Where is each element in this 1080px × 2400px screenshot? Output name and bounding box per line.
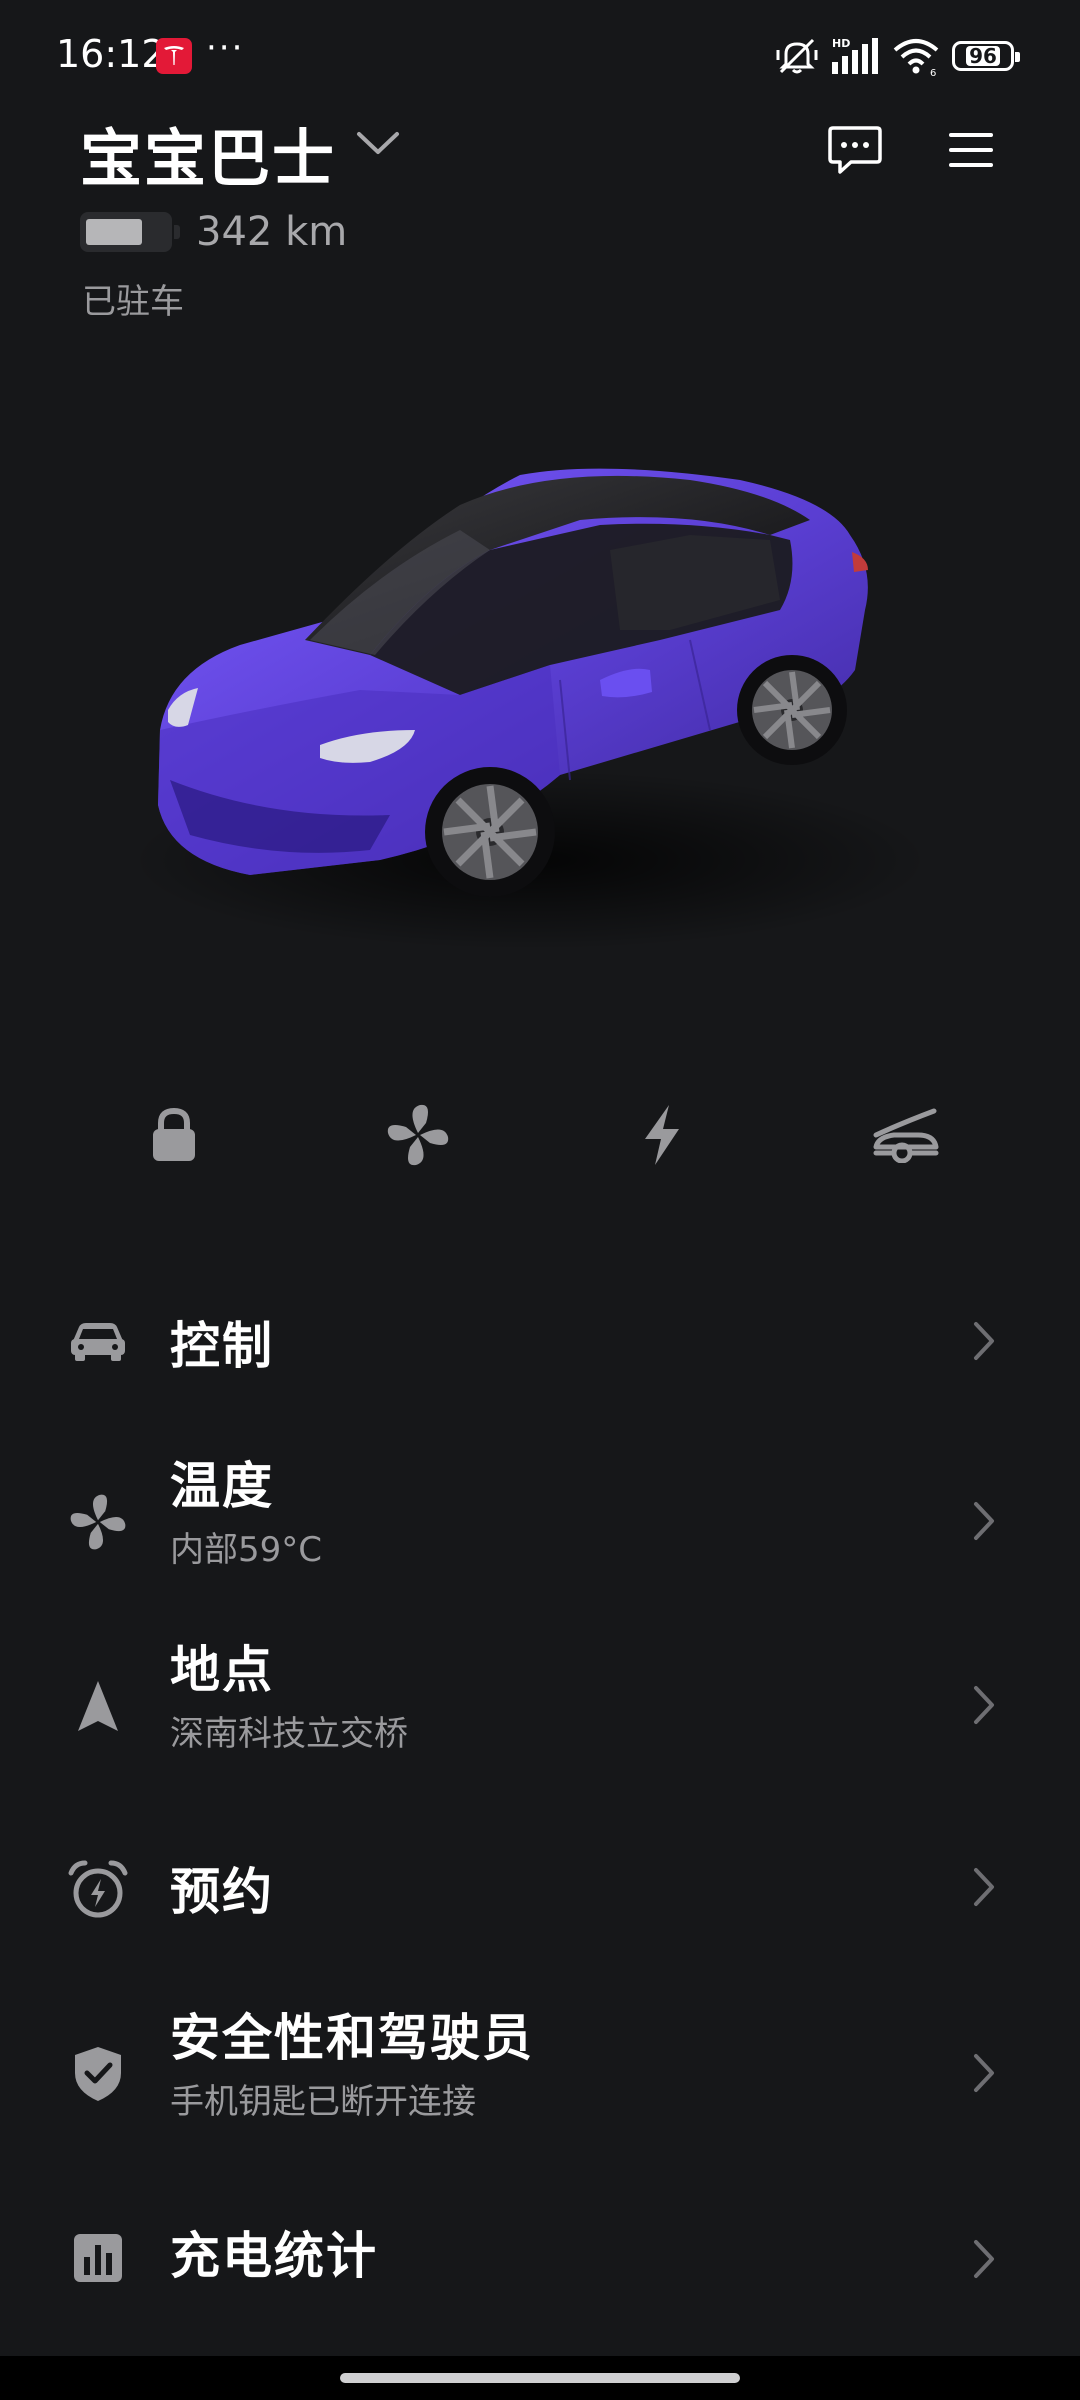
menu-item-subtitle: 内部59°C xyxy=(170,1530,323,1570)
tesla-logo-icon xyxy=(156,38,192,74)
menu-item-subtitle: 手机钥匙已断开连接 xyxy=(170,2082,476,2122)
menu-item-title: 预约 xyxy=(170,1863,274,1921)
chevron-right-icon xyxy=(966,2231,1002,2287)
menu-item-safety[interactable]: 安全性和驾驶员 手机钥匙已断开连接 xyxy=(0,1982,1080,2152)
svg-text:6: 6 xyxy=(930,68,936,76)
menu-icon xyxy=(949,133,993,167)
chevron-right-icon xyxy=(966,1493,1002,1549)
alarm-clock-icon xyxy=(60,1852,136,1928)
lock-icon xyxy=(153,1107,195,1161)
menu-item-location[interactable]: 地点 深南科技立交桥 xyxy=(0,1614,1080,1784)
shield-check-icon xyxy=(60,2036,136,2112)
home-indicator[interactable] xyxy=(340,2373,740,2383)
menu-item-climate[interactable]: 温度 内部59°C xyxy=(0,1430,1080,1600)
menu-item-schedule[interactable]: 预约 xyxy=(0,1802,1080,1972)
chevron-right-icon xyxy=(966,1859,1002,1915)
chevron-right-icon xyxy=(966,2045,1002,2101)
hd-signal-icon: HD xyxy=(832,37,878,74)
chevron-right-icon xyxy=(966,1677,1002,1733)
status-icons: HD 6 96 xyxy=(776,34,1020,78)
car-battery-tip xyxy=(174,225,180,239)
tesla-app-home: 16:12 ··· HD 6 96 宝宝巴士 342 km 已驻车 控制 温度 … xyxy=(0,0,1080,2400)
mute-vibrate-icon xyxy=(776,38,818,74)
menu-item-title: 充电统计 xyxy=(170,2227,378,2285)
frunk-button[interactable] xyxy=(861,1090,951,1180)
status-overflow: ··· xyxy=(206,28,245,68)
chevron-right-icon xyxy=(966,1313,1002,1369)
charge-icon xyxy=(645,1105,679,1165)
menu-item-title: 安全性和驾驶员 xyxy=(170,2009,534,2067)
message-button[interactable] xyxy=(820,118,890,182)
lock-button[interactable] xyxy=(129,1090,219,1180)
climate-button[interactable] xyxy=(373,1090,463,1180)
phone-battery-icon: 96 xyxy=(952,41,1020,71)
quick-actions xyxy=(0,1090,1080,1180)
menu-item-title: 地点 xyxy=(170,1641,274,1699)
parked-status: 已驻车 xyxy=(82,282,184,322)
car-battery-fill xyxy=(86,219,142,245)
range-indicator: 342 km xyxy=(80,204,347,260)
menu-item-title: 控制 xyxy=(170,1317,274,1375)
phone-battery-percent: 96 xyxy=(966,46,1000,66)
status-time: 16:12 xyxy=(56,32,166,76)
fan-icon xyxy=(60,1484,136,1560)
car-icon xyxy=(60,1303,136,1379)
vehicle-image[interactable] xyxy=(130,440,950,980)
menu-item-charging-stats[interactable]: 充电统计 xyxy=(0,2174,1080,2344)
svg-text:HD: HD xyxy=(832,37,850,50)
bar-chart-icon xyxy=(60,2220,136,2296)
status-bar: 16:12 ··· HD 6 96 xyxy=(0,0,1080,110)
frunk-icon xyxy=(873,1108,939,1163)
menu-item-title: 温度 xyxy=(170,1457,274,1515)
chevron-down-icon[interactable] xyxy=(356,130,400,162)
range-text: 342 km xyxy=(196,209,348,255)
fan-icon xyxy=(387,1104,449,1166)
menu-item-subtitle: 深南科技立交桥 xyxy=(170,1714,408,1754)
message-icon xyxy=(828,126,882,174)
charge-button[interactable] xyxy=(617,1090,707,1180)
vehicle-name[interactable]: 宝宝巴士 xyxy=(80,108,336,198)
car-battery-icon xyxy=(80,212,180,252)
location-arrow-icon xyxy=(60,1668,136,1744)
wifi-icon: 6 xyxy=(893,39,939,76)
menu-item-controls[interactable]: 控制 xyxy=(0,1256,1080,1426)
hamburger-menu-button[interactable] xyxy=(936,118,1006,182)
